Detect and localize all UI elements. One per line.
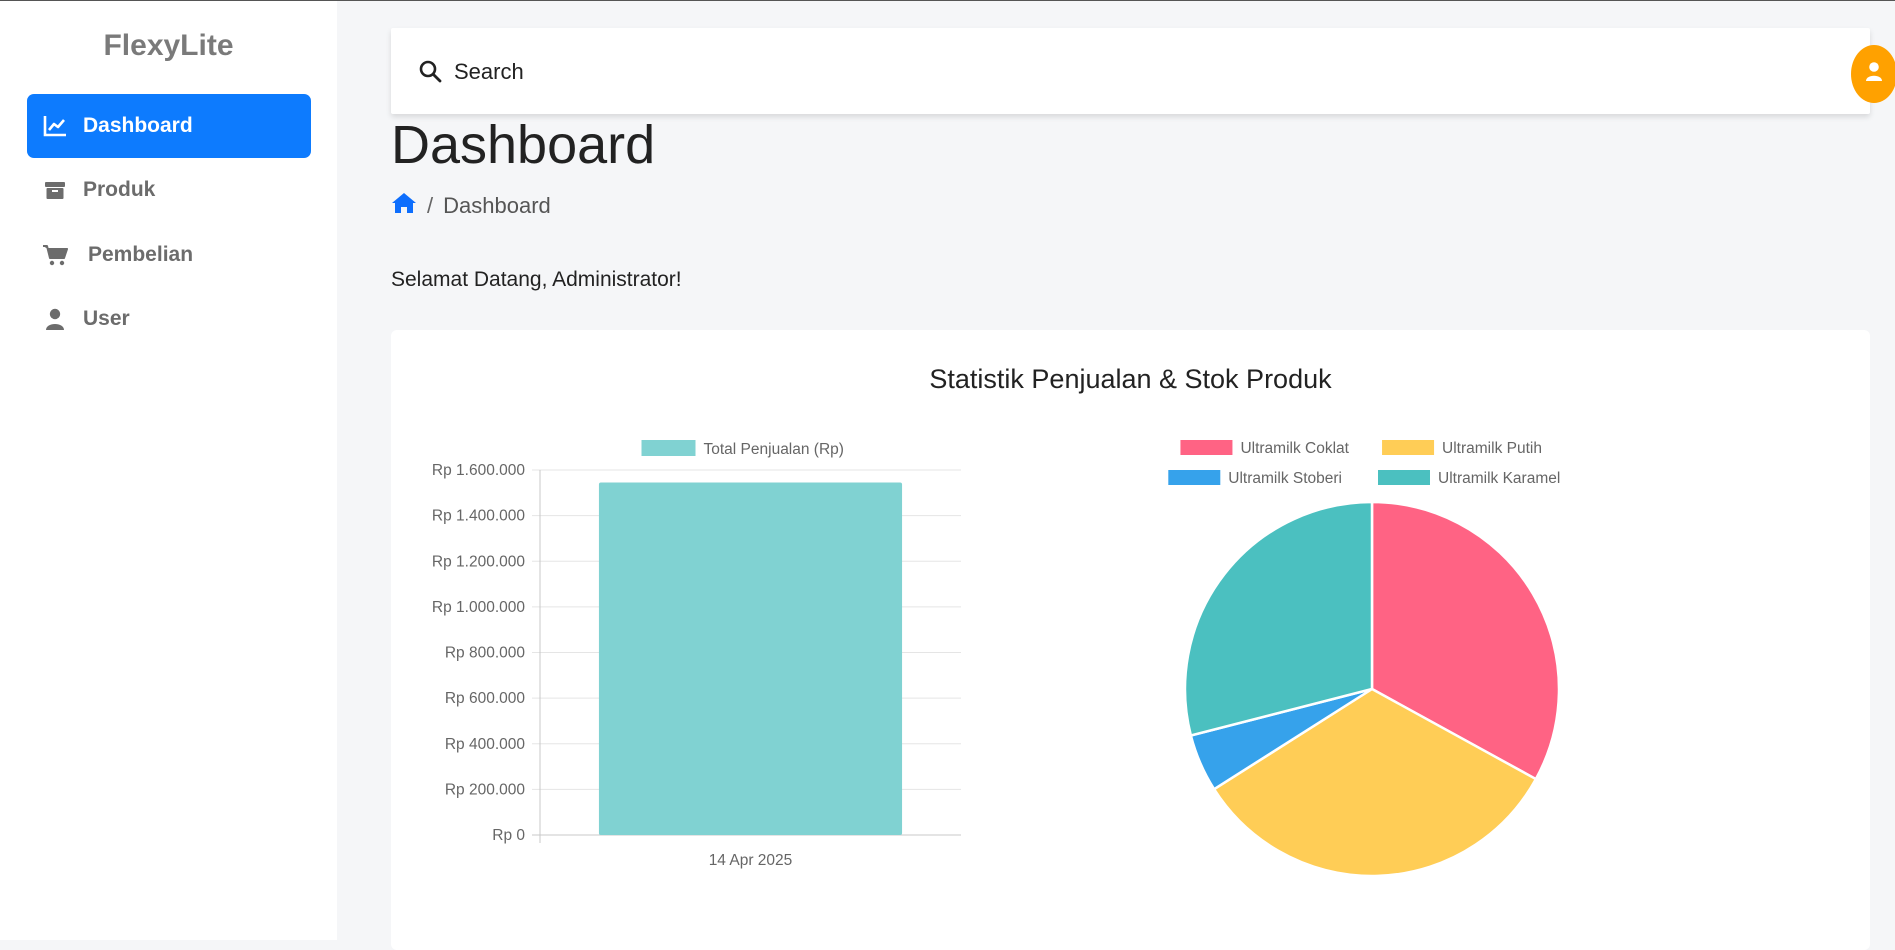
sidebar-item-dashboard[interactable]: Dashboard [27, 94, 311, 158]
legend-swatch [1378, 470, 1430, 485]
legend-label: Ultramilk Stoberi [1228, 470, 1342, 487]
breadcrumb: / Dashboard [391, 192, 551, 220]
user-icon [42, 306, 68, 332]
cart-icon [42, 242, 68, 268]
page-title: Dashboard [391, 115, 656, 175]
legend-label: Total Penjualan (Rp) [704, 441, 844, 458]
box-icon [42, 177, 68, 203]
sidebar-item-label: Dashboard [83, 114, 193, 137]
user-icon [1864, 61, 1884, 88]
legend-swatch [641, 440, 696, 456]
bar [598, 482, 903, 835]
y-tick-label: Rp 1.000.000 [432, 599, 525, 616]
y-tick-label: Rp 200.000 [445, 781, 526, 798]
y-tick-label: Rp 600.000 [445, 690, 526, 707]
legend-label: Ultramilk Karamel [1438, 470, 1560, 487]
y-tick-label: Rp 800.000 [445, 645, 526, 662]
sidebar: FlexyLite Dashboard Produk Pembelian Use… [0, 1, 337, 940]
sidebar-item-label: User [83, 307, 130, 330]
welcome-message: Selamat Datang, Administrator! [391, 268, 682, 291]
brand-logo-text[interactable]: FlexyLite [0, 29, 337, 63]
home-icon[interactable] [391, 192, 417, 220]
search-input[interactable] [452, 52, 856, 92]
top-bar [391, 28, 1895, 114]
y-tick-label: Rp 400.000 [445, 736, 526, 753]
statistics-card: Statistik Penjualan & Stok Produk Rp 0 Rp… [391, 330, 1870, 950]
search-icon[interactable] [418, 59, 442, 83]
breadcrumb-separator: / [427, 193, 434, 218]
y-tick-label: Rp 0 [492, 827, 525, 844]
chart-line-icon [42, 113, 68, 139]
sidebar-item-pembelian[interactable]: Pembelian [27, 223, 311, 287]
breadcrumb-current: Dashboard [443, 193, 551, 218]
sidebar-item-label: Pembelian [88, 243, 194, 266]
legend-swatch [1168, 470, 1221, 485]
sidebar-item-produk[interactable]: Produk [27, 158, 311, 222]
main-content: Dashboard / Dashboard Selamat Datang, Ad… [337, 1, 1895, 950]
legend-label: Ultramilk Coklat [1240, 440, 1349, 457]
y-tick-label: Rp 1.200.000 [432, 553, 525, 570]
legend-label: Ultramilk Putih [1442, 440, 1542, 457]
legend-swatch [1382, 440, 1435, 455]
avatar[interactable] [1851, 45, 1895, 103]
sidebar-item-label: Produk [83, 178, 156, 201]
charts-area: Rp 0 Rp 200.000 Rp 400.000 Rp 600.000 Rp 800… [432, 440, 1560, 878]
legend-swatch [1180, 440, 1233, 455]
y-tick-label: Rp 1.400.000 [432, 508, 525, 525]
y-tick-label: Rp 1.600.000 [432, 462, 525, 479]
sidebar-item-user[interactable]: User [27, 287, 311, 351]
x-tick-label: 14 Apr 2025 [709, 852, 793, 869]
